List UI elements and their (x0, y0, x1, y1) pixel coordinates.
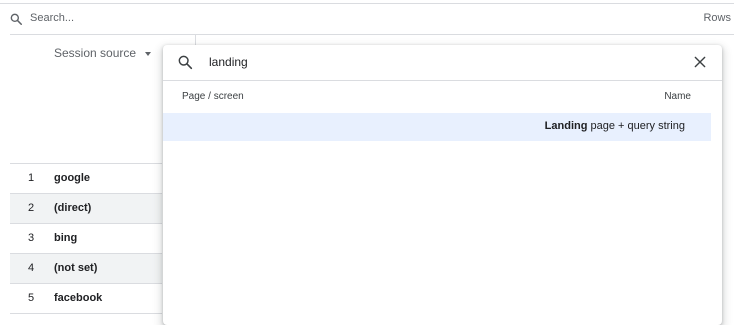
match-highlight: Landing (544, 120, 588, 132)
rows-per-page-label: Rows (703, 12, 731, 24)
table-search-placeholder[interactable]: Search... (30, 12, 74, 24)
dropdown-caret-icon[interactable] (145, 52, 151, 56)
table-row[interactable]: 5 facebook (10, 283, 162, 313)
row-dimension-value: (direct) (54, 202, 92, 214)
data-table: 1 google 2 (direct) 3 bing 4 (not set) 5… (10, 163, 162, 313)
table-search-bar[interactable]: Search... Rows (0, 4, 734, 34)
dimension-search-bar (163, 45, 722, 81)
row-index: 4 (27, 262, 35, 274)
search-icon (10, 13, 23, 26)
table-row[interactable]: 4 (not set) (10, 253, 162, 283)
column-header-name: Name (664, 91, 691, 102)
option-label-rest: page + query string (587, 120, 686, 132)
row-dimension-value: (not set) (54, 262, 98, 274)
row-index: 1 (27, 172, 35, 184)
dimension-picker-popup: Page / screen Name Landing page + query … (163, 45, 722, 325)
row-index: 3 (27, 232, 35, 244)
table-row[interactable]: 2 (direct) (10, 193, 162, 223)
dimension-search-input[interactable] (209, 53, 669, 71)
table-row[interactable]: 1 google (10, 163, 162, 193)
search-icon (178, 55, 193, 70)
dimension-option[interactable]: Landing page + query string (163, 113, 711, 141)
divider (10, 34, 734, 35)
dimension-header-dropdown[interactable]: Session source (54, 46, 136, 60)
close-icon[interactable] (693, 55, 707, 69)
row-index: 2 (27, 202, 35, 214)
column-header-page-screen: Page / screen (182, 91, 244, 102)
row-index: 5 (27, 292, 35, 304)
row-dimension-value: google (54, 172, 91, 184)
dimension-option-label: Landing page + query string (545, 120, 685, 132)
table-row-partial (10, 313, 162, 318)
row-dimension-value: bing (54, 232, 78, 244)
table-row[interactable]: 3 bing (10, 223, 162, 253)
row-dimension-value: facebook (54, 292, 103, 304)
